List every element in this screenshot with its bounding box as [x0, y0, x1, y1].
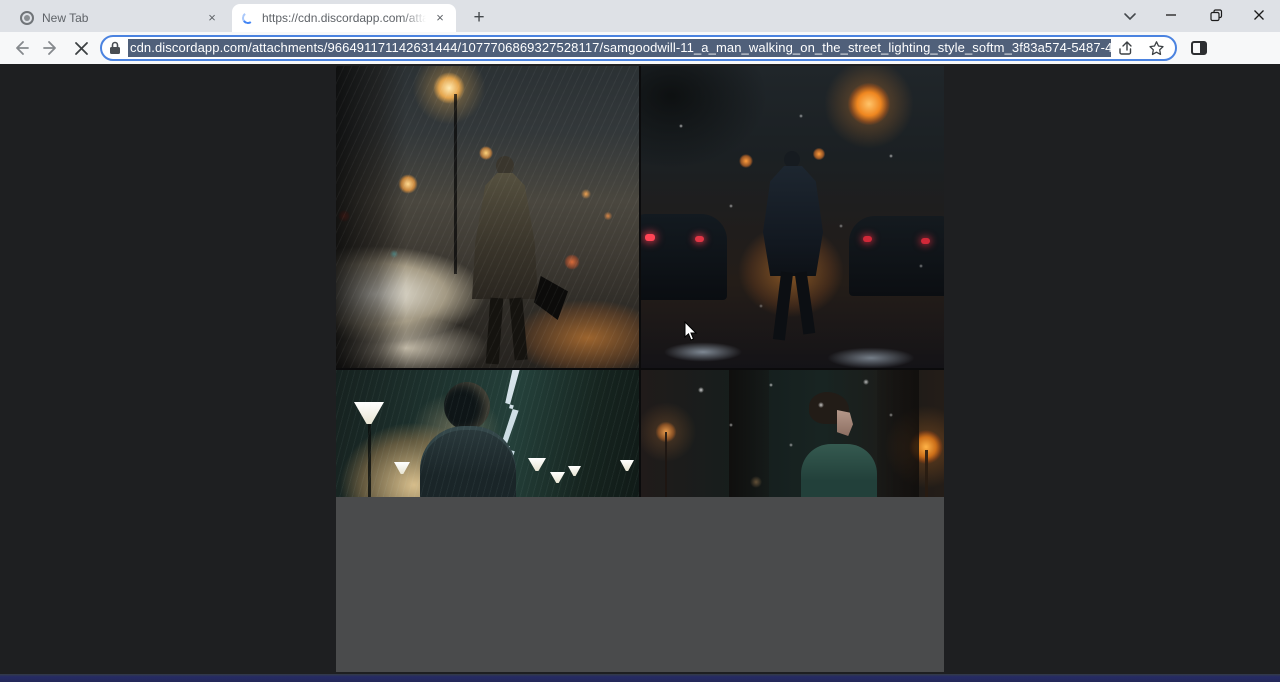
- window-restore-button[interactable]: [1195, 0, 1237, 30]
- tab-new-tab[interactable]: New Tab: [10, 4, 228, 32]
- window-close-button[interactable]: [1238, 0, 1280, 30]
- q3-figure-head: [444, 382, 490, 430]
- q2-parked-car-right: [849, 216, 944, 296]
- tab-label: New Tab: [42, 11, 198, 25]
- share-button[interactable]: [1111, 40, 1141, 56]
- new-tab-favicon-icon: [20, 11, 34, 25]
- taskbar-edge: [0, 674, 1280, 682]
- tab-label: https://cdn.discordapp.com/atta: [262, 11, 426, 25]
- discord-attachment-image[interactable]: [336, 66, 944, 672]
- address-bar[interactable]: cdn.discordapp.com/attachments/966491171…: [100, 35, 1177, 61]
- loading-spinner-icon: [241, 11, 255, 25]
- side-panel-icon: [1191, 41, 1207, 55]
- q1-figure-coat: [472, 173, 538, 299]
- url-selected-text: cdn.discordapp.com/attachments/966491171…: [128, 39, 1111, 57]
- back-button[interactable]: [8, 35, 34, 61]
- q4-figure-hair: [809, 392, 849, 424]
- tab-strip: New Tab https://cdn.discordapp.com/atta …: [0, 0, 1280, 32]
- tab-close-icon[interactable]: [204, 10, 220, 26]
- q3-street-lamp: [354, 402, 384, 424]
- browser-toolbar: cdn.discordapp.com/attachments/966491171…: [0, 32, 1280, 64]
- browser-window: New Tab https://cdn.discordapp.com/atta …: [0, 0, 1280, 682]
- q2-figure-body: [763, 166, 823, 276]
- bookmark-star-icon[interactable]: [1141, 40, 1171, 57]
- new-tab-button[interactable]: +: [466, 6, 492, 30]
- forward-button[interactable]: [38, 35, 64, 61]
- stop-loading-button[interactable]: [68, 35, 94, 61]
- window-minimize-button[interactable]: [1150, 0, 1192, 30]
- tab-close-icon[interactable]: [432, 10, 448, 26]
- side-panel-button[interactable]: [1188, 38, 1210, 58]
- q1-figure-head: [496, 156, 514, 176]
- q3-lightning-bolt: [486, 370, 534, 497]
- image-quadrant-bottom-right: [641, 370, 944, 497]
- q2-parked-car-left: [641, 214, 727, 300]
- url-text: cdn.discordapp.com/attachments/966491171…: [128, 38, 1111, 58]
- lock-icon[interactable]: [102, 41, 128, 55]
- page-content: [0, 64, 1280, 674]
- q1-umbrella: [534, 276, 568, 320]
- q4-figure-jacket: [801, 444, 877, 497]
- image-quadrant-bottom-left: [336, 370, 639, 497]
- q3-figure-hood: [420, 426, 516, 497]
- image-loading-placeholder: [336, 497, 944, 672]
- q4-figure-face: [837, 410, 853, 436]
- image-quadrant-top-left: [336, 66, 639, 368]
- q2-figure-head: [784, 151, 800, 168]
- mouse-cursor: [684, 321, 698, 342]
- tab-discord-cdn[interactable]: https://cdn.discordapp.com/atta: [232, 4, 456, 32]
- window-chevron-down-icon[interactable]: [1118, 6, 1142, 26]
